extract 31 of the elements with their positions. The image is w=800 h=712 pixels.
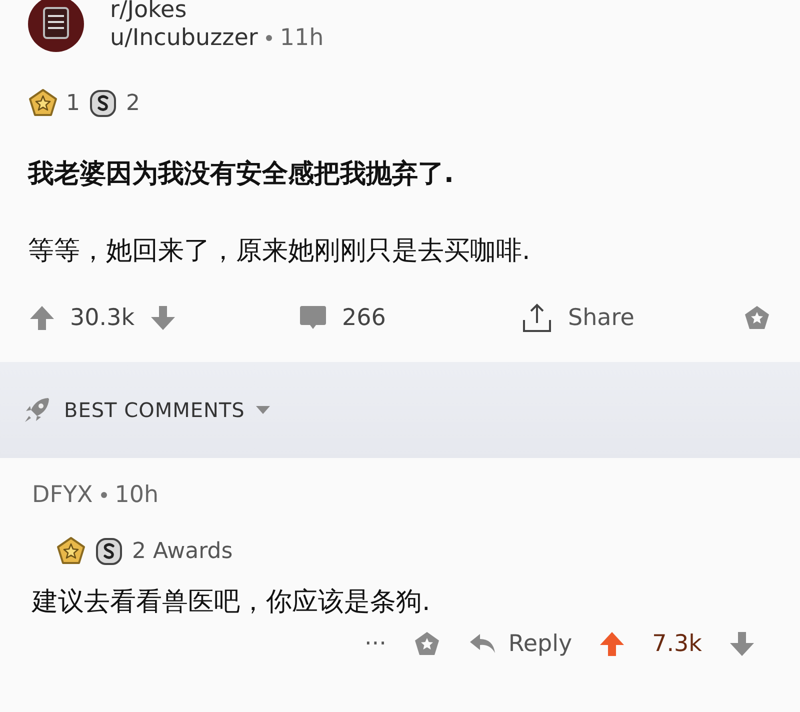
s-coin-award-icon — [88, 88, 118, 118]
award-count: 2 — [126, 90, 140, 116]
award-count: 1 — [66, 90, 80, 116]
comment-time: 10h — [114, 482, 159, 508]
s-coin-award-icon — [94, 536, 124, 566]
share-button[interactable]: Share — [568, 305, 634, 331]
separator-dot-icon — [266, 35, 272, 41]
star-award-icon — [56, 536, 86, 566]
sort-dropdown[interactable]: BEST COMMENTS — [64, 398, 271, 422]
downvote-icon[interactable] — [728, 630, 756, 658]
avatar-icon[interactable] — [28, 0, 84, 52]
comment-count: 266 — [342, 305, 386, 331]
comment-text: 建议去看看兽医吧，你应该是条狗. — [32, 586, 432, 619]
comment-author[interactable]: DFYX — [32, 482, 93, 508]
vote-count: 7.3k — [652, 631, 702, 657]
reply-button[interactable]: Reply — [468, 631, 572, 657]
username[interactable]: u/Incubuzzer — [110, 25, 258, 51]
star-award-icon — [28, 88, 58, 118]
more-button[interactable]: ··· — [364, 631, 386, 657]
vote-count: 30.3k — [70, 305, 135, 331]
caret-icon — [254, 405, 271, 415]
post-title: 我老婆因为我没有安全感把我抛弃了. — [28, 158, 455, 191]
downvote-icon[interactable] — [148, 304, 177, 332]
rocket-icon — [22, 395, 52, 425]
upvote-icon[interactable] — [28, 304, 56, 332]
upvote-icon[interactable] — [598, 630, 626, 658]
awards-label: 2 Awards — [132, 538, 233, 564]
share-icon[interactable] — [520, 301, 554, 335]
post-body: 等等，她回来了，原来她刚刚只是去买咖啡. — [28, 235, 532, 268]
separator-dot-icon — [100, 492, 107, 498]
post-time: 11h — [280, 25, 324, 51]
